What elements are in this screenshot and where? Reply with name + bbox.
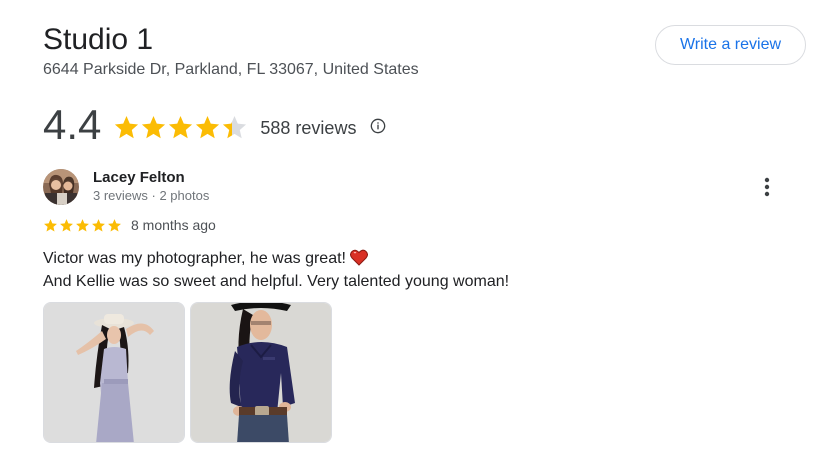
review-text-line-1: Victor was my photographer, he was great… [43, 247, 509, 270]
rating-value: 4.4 [43, 101, 102, 148]
review-date: 8 months ago [131, 217, 216, 233]
star-icon [142, 115, 166, 138]
review-text: Victor was my photographer, he was great… [43, 247, 509, 293]
heart-icon [349, 249, 368, 266]
review-photo-1[interactable] [43, 302, 185, 443]
review-count[interactable]: 588 reviews [260, 118, 356, 139]
reviewer-meta: 3 reviews · 2 photos [93, 188, 210, 203]
rating-summary: 4.4 588 reviews [43, 100, 386, 150]
star-icon [223, 115, 247, 138]
star-icon [76, 218, 89, 231]
info-icon[interactable] [370, 118, 386, 134]
place-title: Studio 1 [43, 23, 154, 56]
review-text-line-2: And Kellie was so sweet and helpful. Ver… [43, 273, 510, 290]
place-address: 6644 Parkside Dr, Parkland, FL 33067, Un… [43, 61, 419, 78]
reviewer-name[interactable]: Lacey Felton [93, 169, 185, 186]
star-icon [108, 218, 121, 231]
review-photos [43, 302, 337, 443]
review-text-line-1-content: Victor was my photographer, he was great… [43, 250, 346, 267]
star-icon [44, 218, 57, 231]
star-icon [60, 218, 73, 231]
star-icon [169, 115, 193, 138]
star-icon [115, 115, 139, 138]
review-photo-2[interactable] [190, 302, 332, 443]
review-rating-row: 8 months ago [43, 217, 216, 233]
avatar[interactable] [43, 169, 79, 205]
star-icon [92, 218, 105, 231]
star-icon [196, 115, 220, 138]
review-stars [43, 218, 123, 233]
rating-stars [113, 114, 248, 141]
write-review-button[interactable]: Write a review [655, 25, 806, 65]
more-options-icon[interactable] [757, 175, 777, 199]
place-header: Studio 1 6644 Parkside Dr, Parkland, FL … [43, 22, 419, 80]
